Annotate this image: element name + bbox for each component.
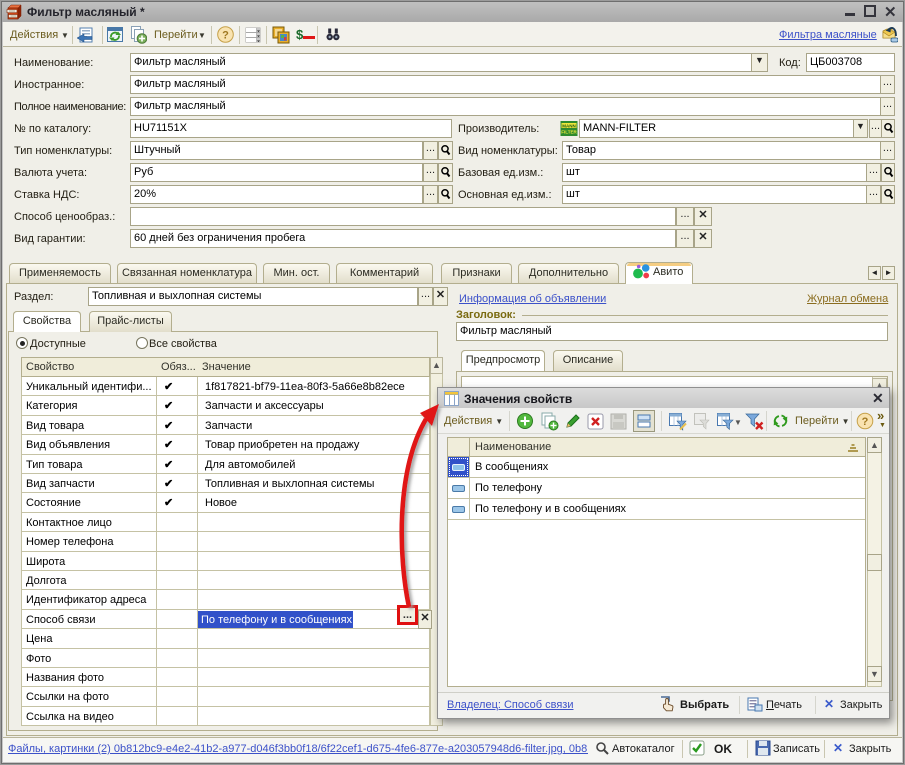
svg-text:?: ? — [862, 416, 869, 428]
svg-text:FILTER: FILTER — [561, 130, 577, 135]
svg-text:MANN: MANN — [562, 123, 576, 128]
svg-text:?: ? — [222, 30, 229, 42]
